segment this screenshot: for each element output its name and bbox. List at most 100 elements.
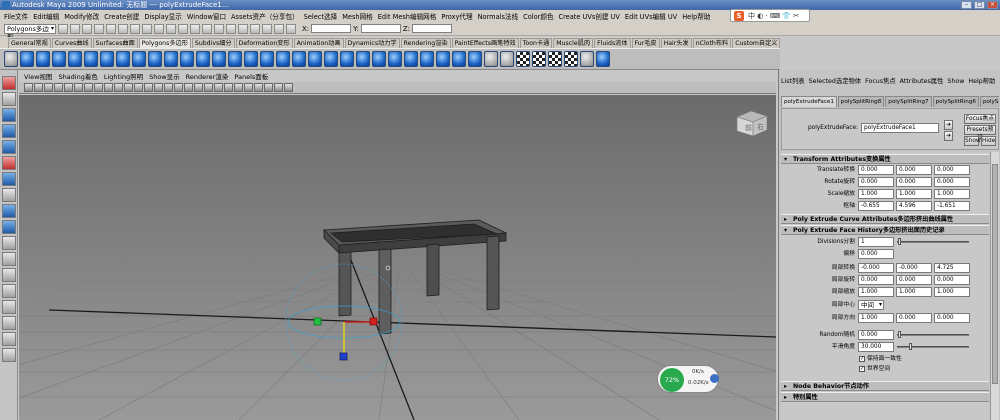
default-material-icon[interactable] [274,83,283,92]
tab-polysplitring7[interactable]: polySplitRing7 [885,96,932,107]
merge-icon[interactable] [500,51,514,67]
pivot-x-field[interactable]: -0.655 [858,201,894,211]
persp-outliner-layout-icon[interactable] [1,268,16,282]
world-space-checkbox[interactable]: ✓ [859,366,865,372]
hardware-texturing-icon[interactable] [264,83,273,92]
fill-hole-icon[interactable] [340,51,354,67]
cylindrical-mapping-icon[interactable] [532,51,546,67]
shelf-tab-deformation[interactable]: Deformation变形 [235,38,293,48]
scale-z-field[interactable]: 1.000 [934,189,970,199]
viewport-menu-show[interactable]: Show显示 [149,72,180,82]
soft-modification-icon[interactable] [1,188,16,202]
bridge-icon[interactable] [420,51,434,67]
menu-edit[interactable]: Edit编辑 [33,11,59,21]
local-direction-z-field[interactable]: 0.000 [934,313,970,323]
extrude-icon[interactable] [404,51,418,67]
render-frame-icon[interactable] [262,23,272,34]
shelf-tab-fur[interactable]: Fur毛皮 [631,38,660,48]
new-scene-icon[interactable] [58,23,68,34]
random-slider[interactable] [897,334,969,336]
image-plane-icon[interactable] [54,83,63,92]
ae-menu-show[interactable]: Show [947,76,964,87]
local-rotate-x-field[interactable]: 0.000 [858,275,894,285]
viewport-menu-shading[interactable]: Shading着色 [58,72,97,82]
boolean-union-icon[interactable] [244,51,258,67]
highlight-selection-icon[interactable] [190,23,200,34]
smooth-wireframe-icon[interactable] [254,83,263,92]
xray-joints-icon[interactable] [204,83,213,92]
local-scale-y-field[interactable]: 1.000 [896,287,932,297]
backface-culling-icon[interactable] [244,83,253,92]
ae-menu-help[interactable]: Help帮助 [968,76,995,87]
menu-proxy[interactable]: Proxy代理 [441,11,472,21]
ae-scrollbar-thumb[interactable] [992,164,998,384]
shelf-tab-fluids[interactable]: Fluids流体 [594,38,631,48]
local-rotate-z-field[interactable]: 0.000 [934,275,970,285]
view-cube[interactable]: 前 右 [733,107,769,137]
ae-menu-list[interactable]: List列表 [781,76,805,87]
universal-manipulator-icon[interactable] [1,172,16,186]
safe-title-icon[interactable] [124,83,133,92]
shelf-tab-rendering[interactable]: Rendering渲染 [400,38,451,48]
tab-polysplitring8[interactable]: polySplitRing8 [837,96,885,107]
xray-icon[interactable] [194,83,203,92]
local-translate-z-field[interactable]: 4.725 [934,263,970,273]
quadrangulate-icon[interactable] [388,51,402,67]
node-name-field[interactable]: polyExtrudeFace1 [861,123,939,133]
pivot-z-field[interactable]: -1.651 [934,201,970,211]
combine-icon[interactable] [196,51,210,67]
textured-icon[interactable] [164,83,173,92]
poly-helix-icon[interactable] [164,51,178,67]
shelf-tab-ncloth[interactable]: nCloth布料 [692,38,732,48]
scale-x-field[interactable]: 1.000 [858,189,894,199]
go-to-output-icon[interactable]: ➔ [944,131,953,141]
reduce-icon[interactable] [356,51,370,67]
divisions-slider-handle[interactable] [898,238,901,245]
select-object-icon[interactable] [106,23,116,34]
scale-tool-icon[interactable] [1,156,16,170]
translate-z-field[interactable]: 0.000 [934,165,970,175]
snap-plane-icon[interactable] [238,23,248,34]
high-quality-icon[interactable] [234,83,243,92]
poly-prism-icon[interactable] [116,51,130,67]
menu-edit-uvs[interactable]: Edit UVs编辑 UV [625,11,677,21]
bookmarks-icon[interactable] [44,83,53,92]
wireframe-icon[interactable] [134,83,143,92]
section-poly-extrude-face-history[interactable]: Poly Extrude Face History多边形挤出面历史记录 [781,225,989,235]
maximize-icon[interactable]: □ [974,1,985,9]
open-scene-icon[interactable] [70,23,80,34]
resolution-gate-icon[interactable] [84,83,93,92]
shadows-icon[interactable] [184,83,193,92]
divisions-slider[interactable] [897,241,969,243]
scale-y-field[interactable]: 1.000 [896,189,932,199]
shelf-tab-curves[interactable]: Curves曲线 [51,38,92,48]
snap-grid-icon[interactable] [202,23,212,34]
poly-sphere-icon[interactable] [20,51,34,67]
x-input[interactable] [311,24,352,33]
spherical-mapping-icon[interactable] [548,51,562,67]
shelf-options-icon[interactable] [4,51,18,67]
presets-button[interactable]: Presets预设 [964,125,996,141]
random-field[interactable]: 0.000 [858,330,894,340]
perspective-viewport[interactable]: 前 右 72% 0K/s 0.02K/s [19,95,776,420]
select-component-icon[interactable] [118,23,128,34]
hide-button[interactable]: Hide [981,136,996,146]
mirror-geometry-icon[interactable] [324,51,338,67]
rotate-z-field[interactable]: 0.000 [934,177,970,187]
random-slider-handle[interactable] [898,331,901,338]
boolean-difference-icon[interactable] [260,51,274,67]
menu-select[interactable]: Select选择 [304,11,338,21]
shelf-tab-surfaces[interactable]: Surfaces曲面 [92,38,138,48]
boolean-intersection-icon[interactable] [276,51,290,67]
local-scale-z-field[interactable]: 1.000 [934,287,970,297]
select-camera-icon[interactable] [24,83,33,92]
poly-soccer-ball-icon[interactable] [180,51,194,67]
poly-cone-icon[interactable] [68,51,82,67]
menu-window[interactable]: Window窗口 [187,11,226,21]
section-extra-attributes[interactable]: 特别属性 [781,392,989,402]
local-translate-y-field[interactable]: -0.000 [896,263,932,273]
shelf-tab-muscle[interactable]: Muscle肌肉 [553,38,594,48]
triangulate-icon[interactable] [372,51,386,67]
tab-polysplitring6[interactable]: polySplitRing6 [932,96,979,107]
edge-mask-icon[interactable] [142,23,152,34]
